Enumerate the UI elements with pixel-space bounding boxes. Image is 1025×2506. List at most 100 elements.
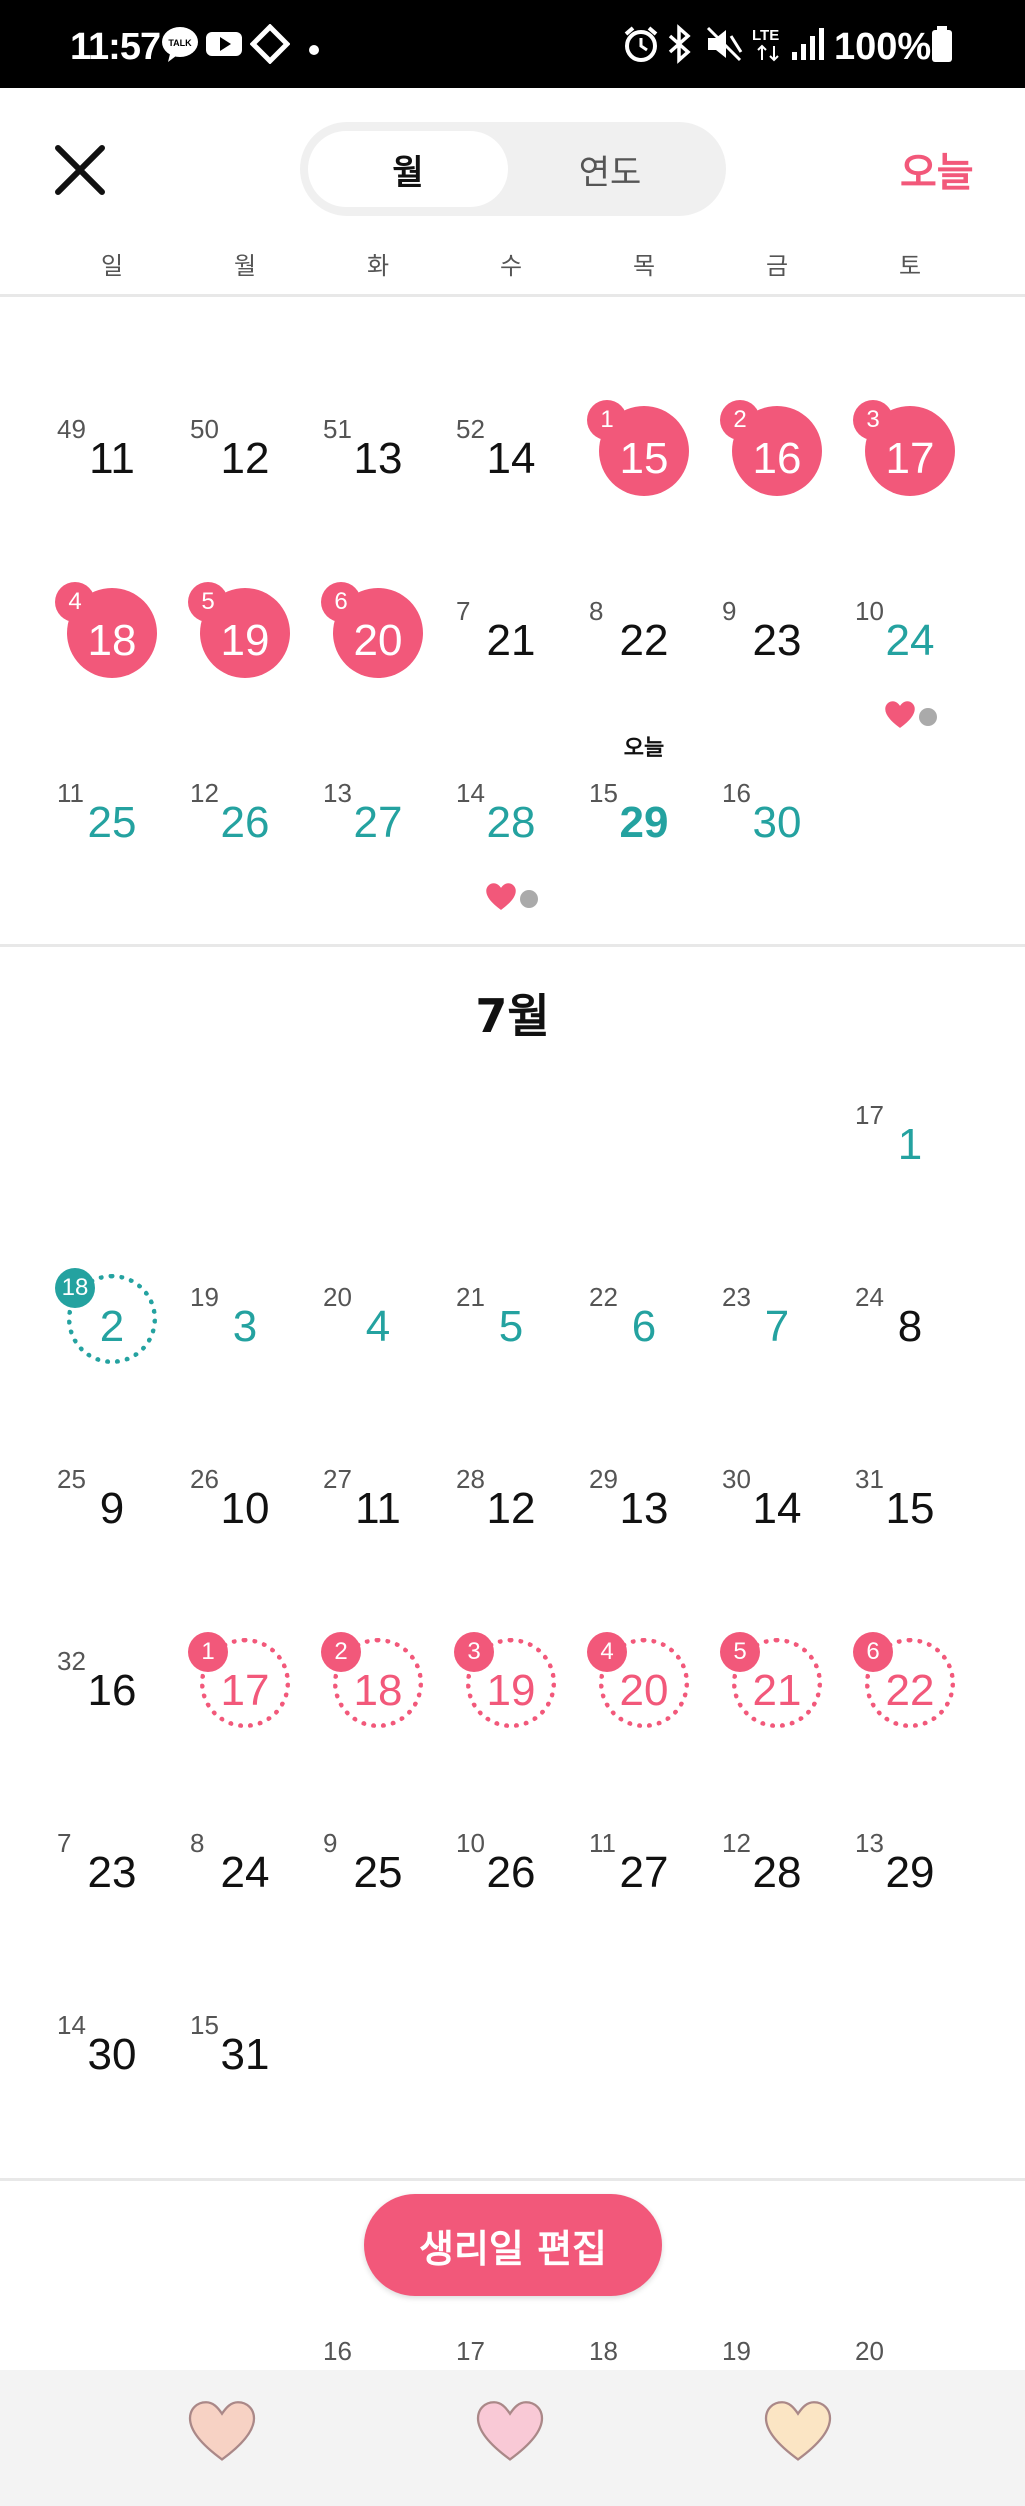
cycle-day-badge: 1 — [587, 400, 627, 440]
weekday-label: 토 — [898, 252, 922, 280]
day-cell[interactable]: 14 30 — [57, 2010, 167, 2150]
day-cell[interactable]: 9 25 — [323, 1828, 433, 1968]
day-cell[interactable]: 18 4 — [55, 582, 167, 736]
day-cell[interactable]: 9 23 — [722, 596, 832, 736]
day-cell[interactable]: 7 23 — [57, 1828, 167, 1968]
day-cell[interactable]: 20 4 — [323, 1282, 433, 1422]
tab-month[interactable]: 월 — [308, 131, 508, 207]
day-cell[interactable]: 11 27 — [589, 1828, 699, 1968]
weekday-label: 월 — [233, 252, 257, 280]
day-cell[interactable]: 23 7 — [722, 1282, 832, 1422]
day-cell[interactable]: 16 2 — [720, 400, 832, 554]
status-time: 11:57 — [70, 26, 161, 68]
day-cell[interactable]: 8 22 — [589, 596, 699, 736]
day-cell[interactable]: 17 3 — [853, 400, 965, 554]
day-cell[interactable]: 52 14 — [456, 414, 566, 554]
cycle-day-badge: 6 — [321, 582, 361, 622]
day-cell[interactable]: 10 26 — [456, 1828, 566, 1968]
day-cell[interactable]: 16 30 — [722, 778, 832, 918]
day-number: 18 — [87, 616, 137, 665]
day-number: 16 — [87, 1666, 137, 1715]
day-number: 20 — [353, 616, 403, 665]
day-cell[interactable]: 28 12 — [456, 1464, 566, 1604]
day-cell[interactable]: 10 24 — [855, 596, 965, 736]
day-number: 22 — [619, 616, 669, 665]
cycle-day-badge: 18 — [55, 1268, 95, 1308]
cycle-day-number: 19 — [722, 2336, 751, 2366]
day-cell[interactable]: 20 4 — [587, 1632, 699, 1786]
cycle-day-number: 17 — [456, 2336, 485, 2366]
nav-heart-icon[interactable] — [474, 2400, 546, 2464]
day-number: 25 — [87, 798, 137, 847]
cycle-day-badge: 4 — [55, 582, 95, 622]
day-cell[interactable]: 2 18 — [55, 1268, 167, 1422]
day-cell[interactable]: 22 6 — [589, 1282, 699, 1422]
close-button[interactable] — [48, 138, 112, 202]
lte-icon: LTE — [752, 24, 786, 64]
day-number: 27 — [619, 1848, 669, 1897]
day-cell[interactable]: 7 21 — [456, 596, 566, 736]
day-cell[interactable]: 21 5 — [456, 1282, 566, 1422]
day-number: 23 — [87, 1848, 137, 1897]
day-cell[interactable]: 20 6 — [321, 582, 433, 736]
day-cell[interactable]: 30 14 — [722, 1464, 832, 1604]
day-cell[interactable]: 26 10 — [190, 1464, 300, 1604]
tab-year[interactable]: 연도 — [510, 131, 710, 207]
day-cell[interactable]: 15 29 오늘 — [589, 736, 699, 918]
weekday-label: 일 — [100, 252, 124, 280]
day-cell[interactable]: 17 1 — [855, 1100, 965, 1240]
weekday-label: 목 — [632, 252, 656, 280]
mute-icon — [704, 24, 744, 64]
today-button[interactable]: 오늘 — [900, 140, 974, 198]
cycle-day-badge: 4 — [587, 1632, 627, 1672]
day-cell[interactable]: 15 31 — [190, 2010, 300, 2150]
day-number: 21 — [752, 1666, 802, 1715]
day-cell[interactable]: 12 26 — [190, 778, 300, 918]
day-number: 25 — [353, 1848, 403, 1897]
cycle-day-badge: 6 — [853, 1632, 893, 1672]
day-cell[interactable]: 19 3 — [190, 1282, 300, 1422]
day-cell[interactable]: 21 5 — [720, 1632, 832, 1786]
grey-dot-icon — [919, 708, 937, 726]
day-cell[interactable]: 12 28 — [722, 1828, 832, 1968]
day-number: 24 — [220, 1848, 270, 1897]
edit-period-button[interactable]: 생리일 편집 — [364, 2194, 662, 2296]
day-number: 14 — [752, 1484, 802, 1533]
youtube-icon — [204, 24, 244, 64]
month-title: 7월 — [475, 989, 550, 1043]
cycle-day-number: 20 — [855, 2336, 884, 2366]
today-label: 오늘 — [623, 736, 665, 761]
day-cell[interactable]: 32 16 — [57, 1646, 167, 1786]
day-cell[interactable]: 14 28 — [456, 778, 566, 918]
day-cell[interactable]: 49 11 — [57, 414, 167, 554]
day-number: 7 — [764, 1302, 790, 1351]
day-cell[interactable]: 11 25 — [57, 778, 167, 918]
nav-heart-icon[interactable] — [762, 2400, 834, 2464]
bottom-nav — [0, 2370, 1025, 2506]
cycle-day-badge: 5 — [188, 582, 228, 622]
day-cell[interactable]: 18 2 — [321, 1632, 433, 1786]
day-number: 5 — [498, 1302, 524, 1351]
day-cell[interactable]: 27 11 — [323, 1464, 433, 1604]
day-cell[interactable]: 8 24 — [190, 1828, 300, 1968]
day-cell[interactable]: 25 9 — [57, 1464, 167, 1604]
day-cell[interactable]: 50 12 — [190, 414, 300, 554]
day-number: 20 — [619, 1666, 669, 1715]
day-cell[interactable]: 17 1 — [188, 1632, 300, 1786]
day-number: 19 — [220, 616, 270, 665]
day-cell[interactable]: 19 3 — [454, 1632, 566, 1786]
day-cell[interactable]: 24 8 — [855, 1282, 965, 1422]
day-cell[interactable]: 31 15 — [855, 1464, 965, 1604]
day-number: 30 — [752, 798, 802, 847]
day-cell[interactable]: 15 1 — [587, 400, 699, 554]
day-cell[interactable]: 22 6 — [853, 1632, 965, 1786]
day-cell[interactable]: 51 13 — [323, 414, 433, 554]
day-cell[interactable]: 13 27 — [323, 778, 433, 918]
day-cell[interactable]: 29 13 — [589, 1464, 699, 1604]
divider — [0, 2178, 1025, 2181]
day-cell[interactable]: 19 5 — [188, 582, 300, 736]
cycle-day-badge: 2 — [321, 1632, 361, 1672]
day-cell[interactable]: 13 29 — [855, 1828, 965, 1968]
nav-heart-icon[interactable] — [186, 2400, 258, 2464]
day-number: 18 — [353, 1666, 403, 1715]
